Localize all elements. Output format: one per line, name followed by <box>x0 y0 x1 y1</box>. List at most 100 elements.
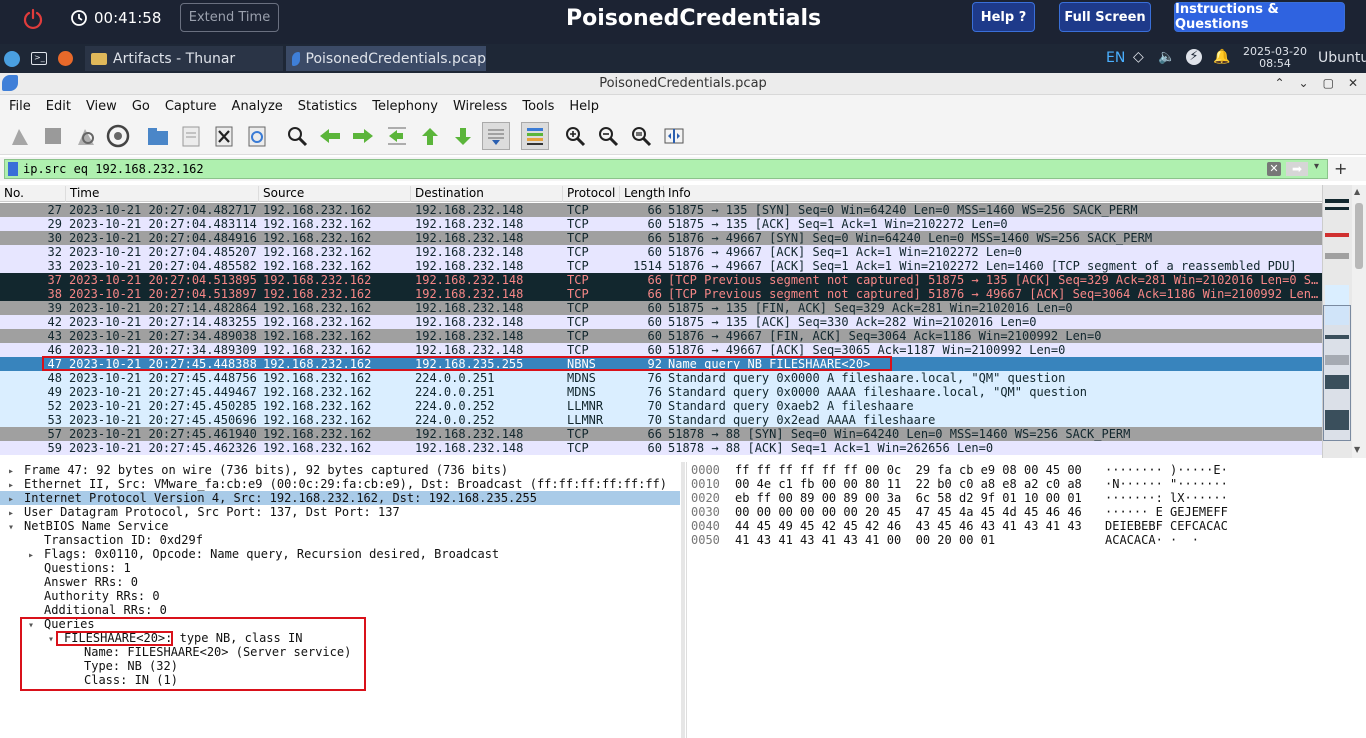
power-status-icon[interactable]: ⚡ <box>1186 49 1202 65</box>
hex-bytes[interactable]: ff ff ff ff ff ff 00 0c 29 fa cb e9 08 0… <box>735 463 1082 477</box>
start-capture-icon[interactable] <box>6 122 34 150</box>
help-button[interactable]: Help ? <box>972 2 1035 32</box>
menu-view[interactable]: View <box>77 99 123 114</box>
hex-offset[interactable]: 0010 <box>691 477 720 491</box>
packet-list-scrollbar[interactable]: ▲ ▼ <box>1352 185 1366 458</box>
user-name[interactable]: Ubuntu <box>1318 50 1366 66</box>
find-packet-icon[interactable] <box>283 122 311 150</box>
packet-row[interactable]: 46 2023-10-21 20:27:34.489309 192.168.232.… <box>0 343 1322 357</box>
menu-analyze[interactable]: Analyze <box>223 99 289 114</box>
menu-statistics[interactable]: Statistics <box>289 99 363 114</box>
language-indicator[interactable]: EN <box>1106 50 1125 66</box>
display-filter-input[interactable]: ip.src eq 192.168.232.162 <box>4 159 1328 179</box>
last-packet-icon[interactable] <box>449 122 477 150</box>
autoscroll-icon[interactable] <box>482 122 510 150</box>
pane-splitter[interactable] <box>681 462 685 738</box>
detail-tree-item[interactable]: ▸ Internet Protocol Version 4, Src: 192.1… <box>0 491 680 505</box>
menu-tools[interactable]: Tools <box>513 99 560 114</box>
detail-tree-item[interactable]: Answer RRs: 0 <box>0 575 680 589</box>
detail-tree-item[interactable]: Authority RRs: 0 <box>0 589 680 603</box>
hex-ascii[interactable]: ACACACA· · · <box>1105 533 1199 547</box>
resize-columns-icon[interactable] <box>660 122 688 150</box>
hex-ascii[interactable]: ·······: lX······ <box>1105 491 1228 505</box>
hex-ascii[interactable]: DEIEBEBF CEFCACAC <box>1105 519 1228 533</box>
packet-row[interactable]: 29 2023-10-21 20:27:04.483114 192.168.232.… <box>0 217 1322 231</box>
hex-offset[interactable]: 0020 <box>691 491 720 505</box>
first-packet-icon[interactable] <box>416 122 444 150</box>
collapse-icon[interactable]: ⌃ <box>1274 76 1284 90</box>
packet-row[interactable]: 39 2023-10-21 20:27:14.482864 192.168.232.… <box>0 301 1322 315</box>
column-no[interactable]: No. <box>0 186 66 202</box>
close-icon[interactable]: ✕ <box>1348 76 1358 90</box>
packet-row[interactable]: 37 2023-10-21 20:27:04.513895 192.168.232.… <box>0 273 1322 287</box>
scroll-thumb[interactable] <box>1355 203 1363 269</box>
instructions-button[interactable]: Instructions & Questions <box>1174 2 1345 32</box>
packet-row[interactable]: 57 2023-10-21 20:27:45.461940 192.168.232.… <box>0 427 1322 441</box>
menu-capture[interactable]: Capture <box>156 99 223 114</box>
column-info[interactable]: Info <box>664 186 1322 202</box>
column-time[interactable]: Time <box>66 186 259 202</box>
packet-row[interactable]: 52 2023-10-21 20:27:45.450285 192.168.232.… <box>0 399 1322 413</box>
scroll-down-icon[interactable]: ▼ <box>1354 445 1360 454</box>
packet-row[interactable]: 59 2023-10-21 20:27:45.462326 192.168.232.… <box>0 441 1322 455</box>
packet-row[interactable]: 33 2023-10-21 20:27:04.485582 192.168.232.… <box>0 259 1322 273</box>
hex-ascii[interactable]: ·N······ "······· <box>1105 477 1228 491</box>
reload-file-icon[interactable] <box>243 122 271 150</box>
menu-help[interactable]: Help <box>560 99 605 114</box>
packet-row[interactable]: 49 2023-10-21 20:27:45.449467 192.168.232.… <box>0 385 1322 399</box>
task-wireshark[interactable]: PoisonedCredentials.pcap <box>286 46 486 71</box>
hex-ascii[interactable]: ······ E GEJEMEFF <box>1105 505 1228 519</box>
hex-offset[interactable]: 0050 <box>691 533 720 547</box>
filter-history-dropdown-icon[interactable]: ▾ <box>1314 161 1319 172</box>
detail-tree-item[interactable]: Additional RRs: 0 <box>0 603 680 617</box>
hex-bytes[interactable]: 00 4e c1 fb 00 00 80 11 22 b0 c0 a8 e8 a… <box>735 477 1082 491</box>
notification-bell-icon[interactable]: 🔔 <box>1213 49 1230 65</box>
apply-filter-icon[interactable]: ➡ <box>1286 162 1308 176</box>
hex-offset[interactable]: 0030 <box>691 505 720 519</box>
menu-telephony[interactable]: Telephony <box>363 99 444 114</box>
scroll-up-icon[interactable]: ▲ <box>1354 187 1360 196</box>
colorize-icon[interactable] <box>521 122 549 150</box>
column-source[interactable]: Source <box>259 186 411 202</box>
hex-bytes[interactable]: eb ff 00 89 00 89 00 3a 6c 58 d2 9f 01 1… <box>735 491 1082 505</box>
save-file-icon[interactable] <box>177 122 205 150</box>
firefox-icon[interactable] <box>58 51 73 66</box>
hex-ascii[interactable]: ········ )·····E· <box>1105 463 1228 477</box>
detail-tree-item[interactable]: ▸ Ethernet II, Src: VMware_fa:cb:e9 (00:0… <box>0 477 680 491</box>
zoom-normal-icon[interactable] <box>627 122 655 150</box>
power-icon[interactable] <box>22 8 44 30</box>
capture-options-icon[interactable] <box>104 122 132 150</box>
menu-file[interactable]: File <box>0 99 37 114</box>
packet-row[interactable]: 30 2023-10-21 20:27:04.484916 192.168.232.… <box>0 231 1322 245</box>
packet-row[interactable]: 27 2023-10-21 20:27:04.482717 192.168.232.… <box>0 203 1322 217</box>
zoom-out-icon[interactable] <box>594 122 622 150</box>
detail-tree-item[interactable]: ▸ Frame 47: 92 bytes on wire (736 bits), … <box>0 463 680 477</box>
hex-bytes[interactable]: 41 43 41 43 41 43 41 00 00 20 00 01 <box>735 533 995 547</box>
packet-row[interactable]: 38 2023-10-21 20:27:04.513897 192.168.232.… <box>0 287 1322 301</box>
minimize-icon[interactable]: ⌄ <box>1299 76 1309 90</box>
packet-row[interactable]: 43 2023-10-21 20:27:34.489038 192.168.232.… <box>0 329 1322 343</box>
clear-filter-icon[interactable]: ✕ <box>1267 162 1281 176</box>
detail-tree-item[interactable]: Transaction ID: 0xd29f <box>0 533 680 547</box>
hex-offset[interactable]: 0000 <box>691 463 720 477</box>
menu-edit[interactable]: Edit <box>37 99 77 114</box>
detail-tree-item[interactable]: ▾ NetBIOS Name Service <box>0 519 680 533</box>
task-thunar[interactable]: Artifacts - Thunar <box>85 46 283 71</box>
hex-bytes[interactable]: 44 45 49 45 42 45 42 46 43 45 46 43 41 4… <box>735 519 1082 533</box>
packet-row[interactable]: 42 2023-10-21 20:27:14.483255 192.168.232.… <box>0 315 1322 329</box>
hex-offset[interactable]: 0040 <box>691 519 720 533</box>
bookmark-icon[interactable] <box>8 162 18 176</box>
go-forward-icon[interactable] <box>349 122 377 150</box>
volume-icon[interactable]: 🔈 <box>1158 49 1175 65</box>
stop-capture-icon[interactable] <box>39 122 67 150</box>
zoom-in-icon[interactable] <box>561 122 589 150</box>
column-destination[interactable]: Destination <box>411 186 563 202</box>
extend-time-button[interactable]: Extend Time <box>180 3 279 32</box>
go-to-packet-icon[interactable] <box>383 122 411 150</box>
packet-row[interactable]: 53 2023-10-21 20:27:45.450696 192.168.232.… <box>0 413 1322 427</box>
terminal-icon[interactable]: >_ <box>31 52 47 65</box>
maximize-icon[interactable]: ▢ <box>1323 76 1334 90</box>
close-file-icon[interactable] <box>210 122 238 150</box>
packet-row[interactable]: 48 2023-10-21 20:27:45.448756 192.168.232.… <box>0 371 1322 385</box>
column-length[interactable]: Length <box>620 186 665 202</box>
